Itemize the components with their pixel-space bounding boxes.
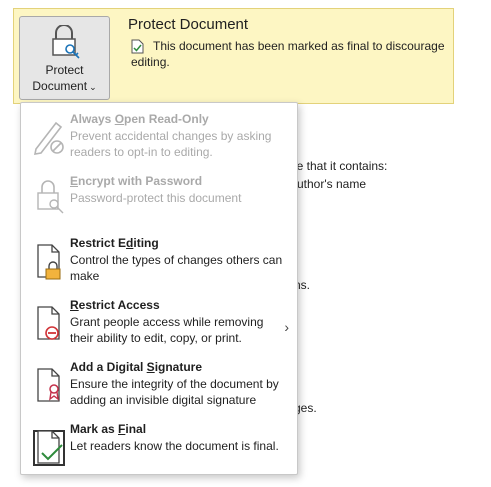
menu-item-mark-as-final[interactable]: Mark as Final Let readers know the docum… — [21, 421, 297, 481]
menu-item-title-post: inal — [125, 422, 147, 436]
menu-item-description: Grant people access while removing their… — [70, 315, 264, 345]
menu-item-title-accel: O — [114, 112, 125, 126]
chevron-right-icon[interactable]: › — [284, 319, 289, 335]
menu-item-title-accel: R — [70, 298, 79, 312]
menu-item-title-pre: Always — [70, 112, 115, 126]
menu-item-title-post: pen Read-Only — [124, 112, 209, 126]
menu-item-add-digital-signature[interactable]: Add a Digital Signature Ensure the integ… — [21, 359, 297, 419]
bg-text-line1: are that it contains: — [286, 159, 388, 173]
menu-item-description: Let readers know the document is final. — [70, 439, 279, 453]
document-restrict-icon — [32, 301, 66, 343]
protect-document-button[interactable]: Protect Document ⌄ — [19, 16, 110, 100]
menu-item-description: Password-protect this document — [70, 191, 242, 205]
banner-message: This document has been marked as final t… — [131, 38, 449, 70]
menu-item-title-pre: Add a Digital — [70, 360, 147, 374]
menu-item-title-accel: S — [146, 360, 155, 374]
menu-item-title-accel: E — [70, 174, 79, 188]
chevron-down-icon: ⌄ — [89, 82, 97, 92]
pencil-disabled-icon — [32, 115, 66, 157]
banner-message-line1: This document has been marked as final t… — [153, 39, 445, 53]
menu-item-title-pre: Restrict E — [70, 236, 127, 250]
banner-message-line2: editing. — [131, 55, 170, 69]
bg-text-line2: uthor's name — [297, 177, 366, 191]
menu-item-description: Prevent accidental changes by asking rea… — [70, 129, 272, 159]
document-final-check-icon — [32, 425, 66, 467]
menu-item-restrict-editing[interactable]: Restrict Editing Control the types of ch… — [21, 235, 297, 295]
protect-document-menu: Always Open Read-Only Prevent accidental… — [20, 102, 298, 475]
document-check-icon — [131, 39, 144, 54]
menu-item-description: Ensure the integrity of the document by … — [70, 377, 279, 407]
protect-button-line2: Document — [32, 79, 88, 93]
document-ribbon-icon — [32, 363, 66, 405]
menu-item-title-post: ignature — [154, 360, 203, 374]
document-padlock-icon — [32, 239, 66, 281]
menu-item-title-post: estrict Access — [78, 298, 160, 312]
banner-title: Protect Document — [128, 16, 249, 33]
protect-button-line1: Protect — [45, 63, 84, 77]
menu-item-always-open-read-only[interactable]: Always Open Read-Only Prevent accidental… — [21, 111, 297, 171]
menu-item-title-post: ncrypt with Password — [78, 174, 203, 188]
menu-item-encrypt-with-password[interactable]: Encrypt with Password Password-protect t… — [21, 173, 297, 233]
document-lock-icon — [32, 177, 66, 219]
menu-item-description: Control the types of changes others can … — [70, 253, 283, 283]
menu-item-title-post: iting — [133, 236, 159, 250]
menu-item-title-pre: Mark as — [70, 422, 119, 436]
lock-key-icon — [50, 24, 82, 59]
menu-item-restrict-access[interactable]: Restrict Access Grant people access whil… — [21, 297, 297, 357]
